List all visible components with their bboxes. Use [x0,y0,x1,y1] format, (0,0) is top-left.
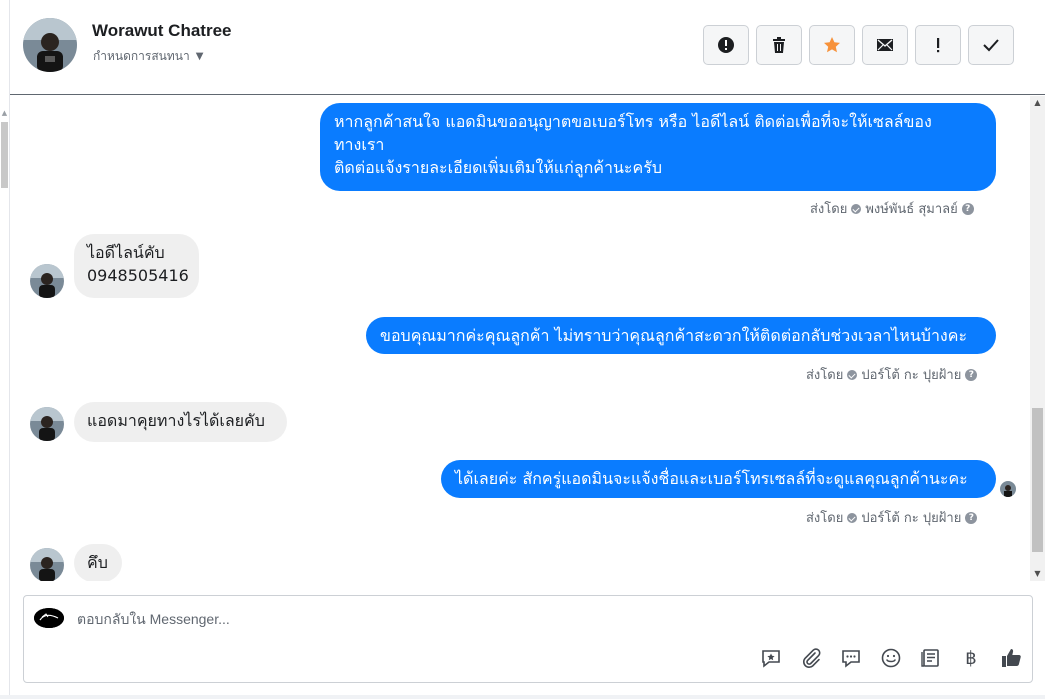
incoming-message[interactable]: ไอดีไลน์คับ 0948505416 [74,234,199,298]
contact-avatar[interactable] [23,18,77,72]
message-line: แอดมาคุยทางไรได้เลยคับ [87,411,265,430]
chat-bubble-icon[interactable] [839,646,863,670]
star-icon [824,37,840,53]
sent-by-info: ส่งโดย ปอร์โต้ กะ ปุยฝ้าย ? [806,507,978,528]
sent-by-label: ส่งโดย [806,511,844,526]
message-line: ทางเรา [334,135,385,154]
thumbs-up-icon[interactable] [999,646,1023,670]
delete-button[interactable] [756,25,802,65]
notes-icon[interactable] [919,646,943,670]
message-scrollbar[interactable]: ▲ ▼ [1030,96,1045,581]
spam-button[interactable] [703,25,749,65]
alert-icon [718,37,734,53]
sent-by-label: ส่งโดย [806,368,844,383]
help-icon[interactable]: ? [961,202,974,215]
sent-by-info: ส่งโดย พงษ์พันธ์ สุมาลย์ ? [810,198,974,219]
message-line: หากลูกค้าสนใจ แอดมินขออนุญาตขอเบอร์โทร ห… [334,112,932,131]
sent-by-info: ส่งโดย ปอร์โต้ กะ ปุยฝ้าย ? [806,364,978,385]
reply-input[interactable] [77,611,677,627]
scroll-up-arrow-icon[interactable]: ▲ [1030,96,1045,110]
envelope-icon [877,39,893,51]
bottom-border [0,695,1045,699]
emoji-icon[interactable] [879,646,903,670]
message-line: ไอดีไลน์คับ [87,243,165,262]
baht-icon[interactable]: ฿ [959,646,983,670]
contact-small-avatar[interactable] [30,407,64,441]
mark-unread-button[interactable] [862,25,908,65]
sender-name: ปอร์โต้ กะ ปุยฝ้าย [861,368,962,383]
chevron-down-icon: ▼ [195,51,204,62]
verified-icon [847,512,858,523]
contact-small-avatar[interactable] [30,264,64,298]
page-logo [34,608,64,628]
message-line: 0948505416 [87,266,189,285]
composer-tools: ฿ [759,646,1023,670]
trash-icon [773,37,785,53]
exclamation-icon [937,38,940,53]
header-actions [703,25,1014,65]
mark-done-button[interactable] [968,25,1014,65]
contact-small-avatar[interactable] [30,548,64,581]
message-line: คึบ [87,553,108,572]
verified-icon [847,369,858,380]
sender-name: พงษ์พันธ์ สุมาลย์ [865,202,958,217]
attachment-icon[interactable] [799,646,823,670]
saved-reply-icon[interactable] [759,646,783,670]
message-line: ติดต่อแจ้งรายละเอียดเพิ่มเติมให้แก่ลูกค้… [334,158,662,177]
left-scroll-thumb[interactable] [1,122,8,188]
help-icon[interactable]: ? [965,368,978,381]
check-icon [983,39,999,52]
outgoing-message[interactable]: ได้เลยค่ะ สักครู่แอดมินจะแจ้งชื่อและเบอร… [441,460,996,498]
sent-by-label: ส่งโดย [810,202,848,217]
sender-name: ปอร์โต้ กะ ปุยฝ้าย [861,511,962,526]
outgoing-message[interactable]: หากลูกค้าสนใจ แอดมินขออนุญาตขอเบอร์โทร ห… [320,103,996,191]
help-icon[interactable]: ? [965,511,978,524]
assign-conversation-dropdown[interactable]: กำหนดการสนทนา ▼ [93,47,203,66]
assign-conversation-label: กำหนดการสนทนา [93,49,190,63]
reply-composer: ฿ [23,595,1033,683]
scroll-thumb[interactable] [1032,408,1043,552]
follow-up-button[interactable] [915,25,961,65]
incoming-message[interactable]: แอดมาคุยทางไรได้เลยคับ [74,402,287,442]
verified-icon [851,203,862,214]
star-button[interactable] [809,25,855,65]
conversation-header: Worawut Chatree กำหนดการสนทนา ▼ [10,0,1045,95]
message-list[interactable]: หากลูกค้าสนใจ แอดมินขออนุญาตขอเบอร์โทร ห… [10,96,1030,581]
message-line: ได้เลยค่ะ สักครู่แอดมินจะแจ้งชื่อและเบอร… [455,469,968,488]
left-scroll-gutter: ▲ [0,0,10,699]
scroll-down-arrow-icon[interactable]: ▼ [1030,567,1045,581]
incoming-message[interactable]: คึบ [74,544,122,581]
outgoing-message[interactable]: ขอบคุณมากค่ะคุณลูกค้า ไม่ทราบว่าคุณลูกค้… [366,317,996,354]
contact-name[interactable]: Worawut Chatree [92,21,232,41]
left-scroll-up-arrow-icon[interactable]: ▲ [0,108,9,118]
seen-avatar [1000,481,1016,497]
message-line: ขอบคุณมากค่ะคุณลูกค้า ไม่ทราบว่าคุณลูกค้… [380,326,968,345]
